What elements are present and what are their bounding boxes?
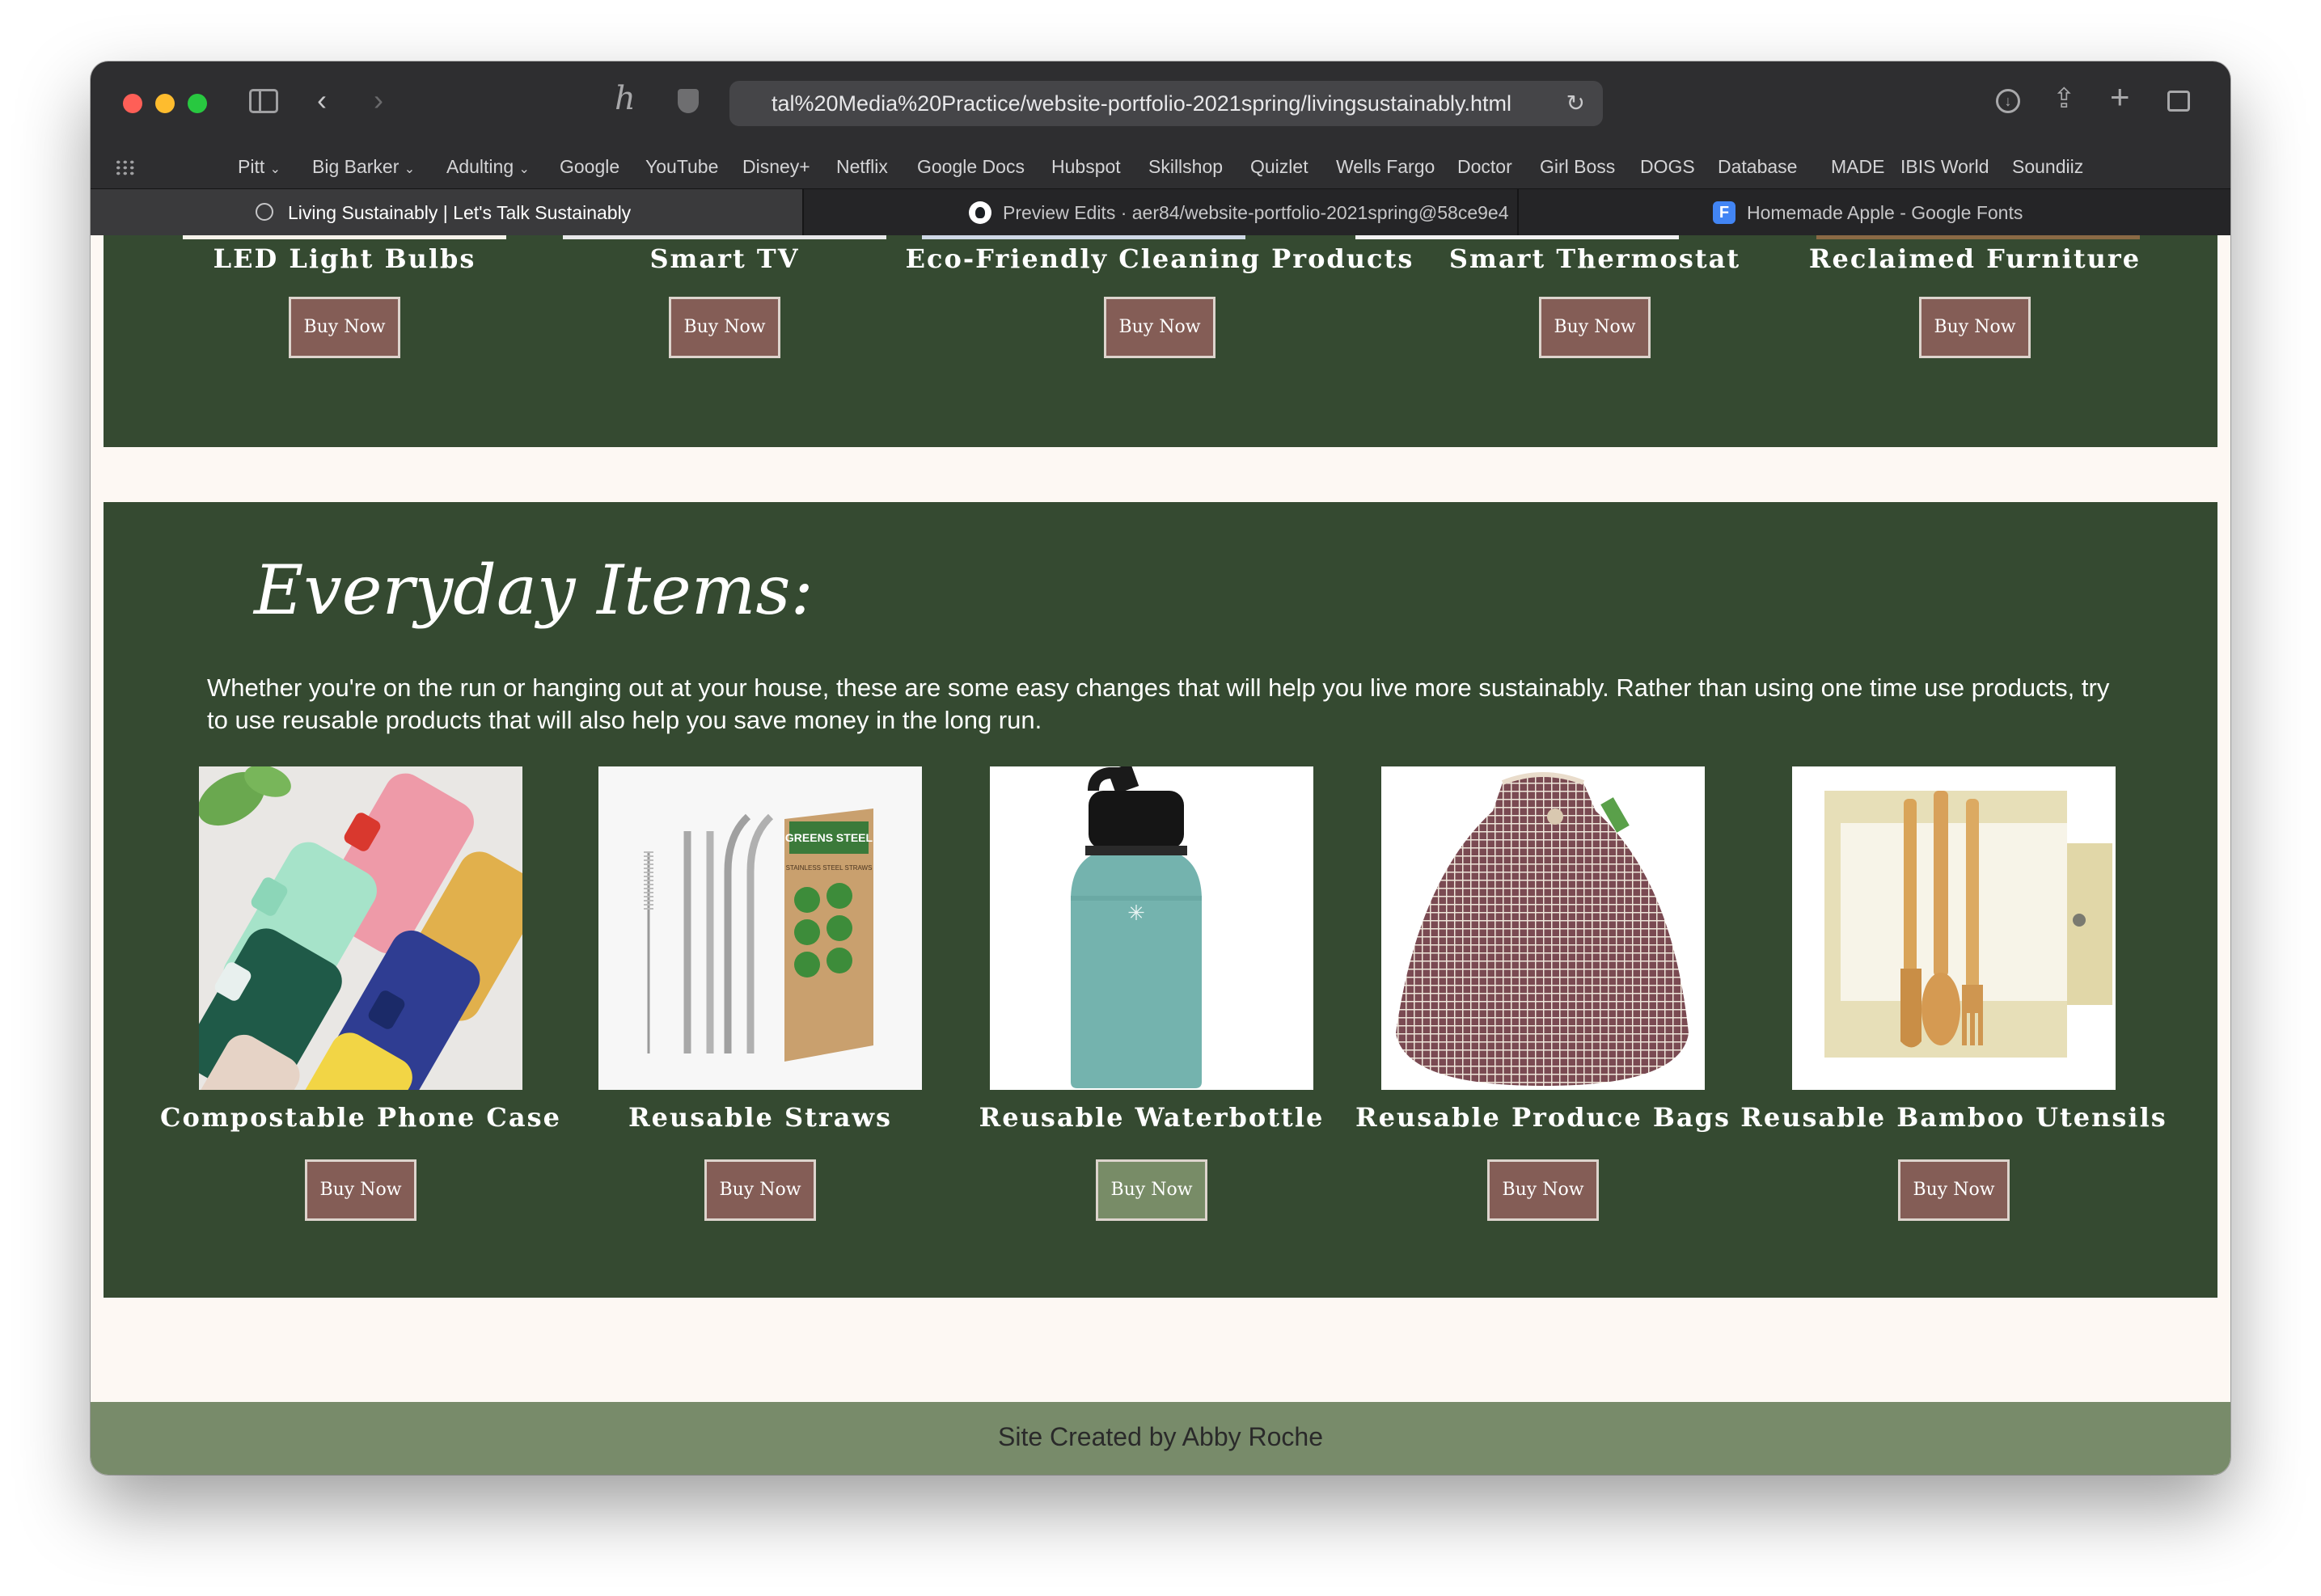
straws-image: GREENS STEEL STAINLESS STEEL STRAWS <box>598 766 922 1090</box>
privacy-shield-icon[interactable] <box>678 89 699 113</box>
favorite-ibis-world[interactable]: IBIS World <box>1900 145 1989 188</box>
share-icon[interactable]: ⇪ <box>2053 82 2076 115</box>
favorite-database[interactable]: Database <box>1718 145 1797 188</box>
honey-extension-icon[interactable]: h <box>615 82 636 115</box>
address-bar[interactable]: tal%20Media%20Practice/website-portfolio… <box>729 81 1603 126</box>
favorite-soundiiz[interactable]: Soundiiz <box>2012 145 2083 188</box>
url-text: tal%20Media%20Practice/website-portfolio… <box>772 91 1511 116</box>
buy-now-button[interactable]: Buy Now <box>669 297 780 358</box>
sidebar-toggle-icon[interactable] <box>249 89 278 113</box>
zoom-window-button[interactable] <box>188 94 207 113</box>
product-name-smart-tv: Smart TV <box>649 243 800 274</box>
buy-now-button[interactable]: Buy Now <box>305 1159 416 1221</box>
google-fonts-favicon-icon: F <box>1713 201 1735 224</box>
chevron-down-icon: ⌄ <box>404 163 416 176</box>
site-footer: Site Created by Abby Roche <box>91 1402 2230 1475</box>
favorite-girl-boss[interactable]: Girl Boss <box>1540 145 1615 188</box>
favorite-disney[interactable]: Disney+ <box>742 145 810 188</box>
browser-toolbar: ‹ › h tal%20Media%20Practice/website-por… <box>91 61 2230 145</box>
favorite-youtube[interactable]: YouTube <box>645 145 718 188</box>
everyday-items-section: Everyday Items: Whether you're on the ru… <box>104 502 2217 1298</box>
product-name-straws: Reusable Straws <box>628 1102 893 1133</box>
compass-icon <box>256 203 273 221</box>
chevron-down-icon: ⌄ <box>518 163 530 176</box>
close-window-button[interactable] <box>123 94 142 113</box>
buy-now-button[interactable]: Buy Now <box>1919 297 2031 358</box>
tab-living-sustainably[interactable]: Living Sustainably | Let's Talk Sustaina… <box>91 189 802 236</box>
buy-now-button[interactable]: Buy Now <box>1487 1159 1599 1221</box>
buy-now-button[interactable]: Buy Now <box>704 1159 816 1221</box>
favorite-doctor[interactable]: Doctor <box>1457 145 1512 188</box>
favorite-skillshop[interactable]: Skillshop <box>1148 145 1223 188</box>
product-image-edge <box>563 235 886 239</box>
favorite-pitt[interactable]: Pitt ⌄ <box>238 145 281 192</box>
product-name-thermostat: Smart Thermostat <box>1448 243 1741 274</box>
waterbottle-image: ✳ <box>990 766 1313 1090</box>
tab-bar: Living Sustainably | Let's Talk Sustaina… <box>91 188 2230 236</box>
section-description: Whether you're on the run or hanging out… <box>207 673 2110 734</box>
svg-text:✳: ✳ <box>1127 901 1145 925</box>
footer-credit: Site Created by Abby Roche <box>997 1422 1323 1451</box>
favorite-netflix[interactable]: Netflix <box>836 145 888 188</box>
minimize-window-button[interactable] <box>155 94 175 113</box>
favorite-adulting[interactable]: Adulting ⌄ <box>446 145 530 192</box>
favorite-made[interactable]: MADE <box>1831 145 1884 188</box>
tab-overview-icon[interactable] <box>2167 91 2190 112</box>
product-image-edge <box>183 235 506 239</box>
tab-preview-edits[interactable]: Preview Edits · aer84/website-portfolio-… <box>804 189 1517 236</box>
product-name-furniture: Reclaimed Furniture <box>1808 243 2141 274</box>
product-name-produce-bags: Reusable Produce Bags <box>1355 1102 1731 1133</box>
favorite-quizlet[interactable]: Quizlet <box>1250 145 1308 188</box>
reload-icon[interactable]: ↻ <box>1566 81 1585 126</box>
product-name-bamboo-utensils: Reusable Bamboo Utensils <box>1740 1102 2167 1133</box>
bamboo-utensils-image <box>1792 766 2116 1090</box>
chevron-down-icon: ⌄ <box>269 163 281 176</box>
product-image-edge <box>1355 235 1679 239</box>
forward-arrow-icon[interactable]: › <box>374 84 383 116</box>
section-title: Everyday Items: <box>254 551 814 630</box>
favorite-wells-fargo[interactable]: Wells Fargo <box>1336 145 1435 188</box>
product-image-edge <box>1816 235 2140 239</box>
favorite-dogs[interactable]: DOGS <box>1640 145 1695 188</box>
github-icon <box>969 201 991 224</box>
favorite-google-docs[interactable]: Google Docs <box>917 145 1025 188</box>
apps-grid-icon[interactable] <box>115 159 136 175</box>
downloads-icon[interactable]: ↓ <box>1996 89 2020 113</box>
favorite-google[interactable]: Google <box>560 145 619 188</box>
produce-bag-image <box>1381 766 1705 1090</box>
web-page: LED Light Bulbs Smart TV Eco-Friendly Cl… <box>91 235 2230 1475</box>
favorite-big-barker[interactable]: Big Barker ⌄ <box>312 145 415 192</box>
buy-now-button[interactable]: Buy Now <box>1096 1159 1207 1221</box>
favorites-bar: Pitt ⌄ Big Barker ⌄ Adulting ⌄ Google Yo… <box>91 145 2230 188</box>
product-name-cleaning: Eco-Friendly Cleaning Products <box>905 243 1414 274</box>
straws-box-line: STAINLESS STEEL STRAWS <box>786 864 873 872</box>
product-image-edge <box>922 235 1245 239</box>
buy-now-button[interactable]: Buy Now <box>1898 1159 2010 1221</box>
buy-now-button[interactable]: Buy Now <box>1539 297 1651 358</box>
browser-window: ‹ › h tal%20Media%20Practice/website-por… <box>91 61 2230 1475</box>
product-name-led: LED Light Bulbs <box>213 243 476 274</box>
product-name-waterbottle: Reusable Waterbottle <box>979 1102 1325 1133</box>
tab-google-fonts[interactable]: F Homemade Apple - Google Fonts <box>1519 189 2230 236</box>
favorite-hubspot[interactable]: Hubspot <box>1051 145 1121 188</box>
home-products-section: LED Light Bulbs Smart TV Eco-Friendly Cl… <box>104 235 2217 447</box>
buy-now-button[interactable]: Buy Now <box>289 297 400 358</box>
new-tab-plus-icon[interactable]: + <box>2110 80 2130 114</box>
back-arrow-icon[interactable]: ‹ <box>317 84 327 116</box>
buy-now-button[interactable]: Buy Now <box>1104 297 1215 358</box>
straws-box-brand: GREENS STEEL <box>785 831 873 844</box>
phone-case-image <box>199 766 522 1090</box>
product-name-phone-case: Compostable Phone Case <box>160 1102 561 1133</box>
